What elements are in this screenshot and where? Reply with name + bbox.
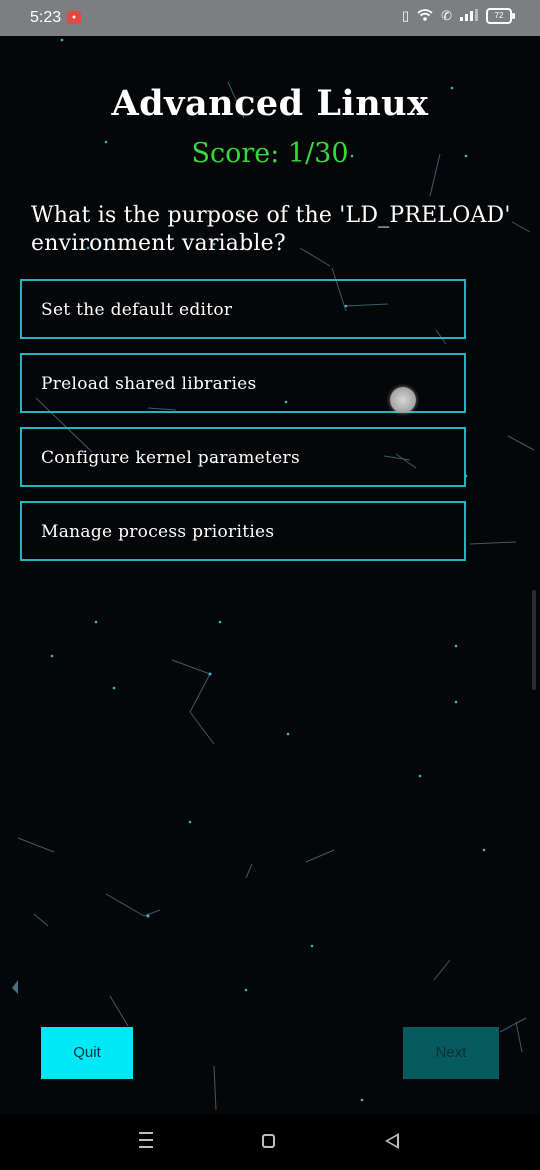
status-bar: 5:23 ● ▯ ✆ 72 <box>0 0 540 36</box>
back-icon[interactable] <box>385 1133 399 1149</box>
next-button[interactable]: Next <box>403 1027 499 1079</box>
quit-button[interactable]: Quit <box>41 1027 133 1079</box>
quiz-title: Advanced Linux <box>111 83 429 124</box>
question-text: What is the purpose of the 'LD_PRELOAD' … <box>31 203 511 256</box>
scrollbar[interactable] <box>532 590 536 690</box>
wifi-icon <box>417 8 433 24</box>
status-icons: ▯ ✆ 72 <box>401 8 515 24</box>
call-icon: ✆ <box>441 8 452 23</box>
status-time: 5:23 <box>30 9 62 26</box>
constellation-background <box>12 38 535 1111</box>
score-label: Score: 1/30 <box>191 138 349 169</box>
battery-icon: 72 <box>486 8 515 24</box>
touch-indicator <box>390 387 416 413</box>
recent-apps-icon[interactable] <box>139 1132 153 1148</box>
home-icon[interactable] <box>262 1134 275 1148</box>
screen-record-icon: ● <box>67 11 81 24</box>
answer-option-4[interactable]: Manage process priorities <box>20 501 466 561</box>
vibrate-icon: ▯ <box>401 8 410 23</box>
answer-option-1[interactable]: Set the default editor <box>20 279 466 339</box>
answer-option-3[interactable]: Configure kernel parameters <box>20 427 466 487</box>
signal-icon <box>460 8 478 24</box>
